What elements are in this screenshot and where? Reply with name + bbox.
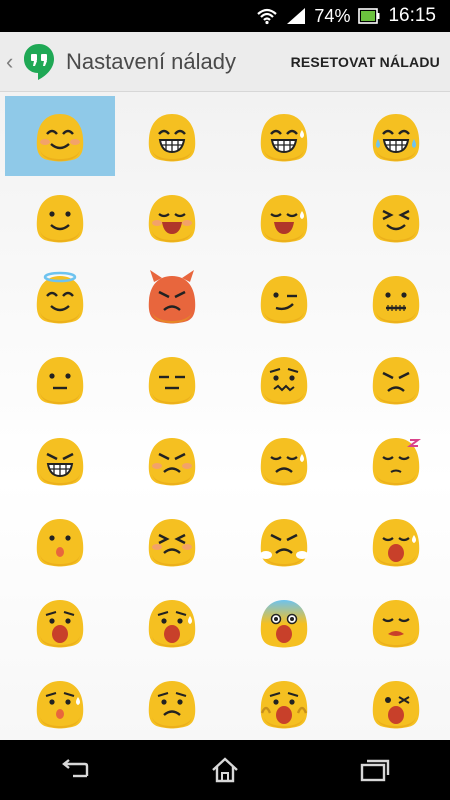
battery-percent: 74% [314,5,351,26]
mood-option-surprised[interactable] [5,501,115,581]
mood-option-steam-angry[interactable] [229,501,339,581]
surprised-emoji-icon [36,519,84,567]
worried-emoji-icon [148,681,196,729]
smile-emoji-icon [36,195,84,243]
mood-option-disappointed-sweat[interactable] [229,420,339,500]
mood-option-tired[interactable] [341,501,450,581]
back-icon[interactable] [45,748,105,792]
mood-option-laugh-sweat[interactable] [229,177,339,257]
mood-option-scream[interactable] [229,582,339,662]
mood-option-angry[interactable] [341,339,450,419]
disappointed-sweat-emoji-icon [260,438,308,486]
mood-option-smile-blush-selected[interactable] [5,96,115,176]
angel-emoji-icon [36,271,84,324]
page-title: Nastavení nálady [66,48,236,74]
persevere-emoji-icon [148,519,196,567]
fearful-emoji-icon [148,600,196,648]
mood-option-wink[interactable] [229,258,339,338]
mood-option-squint-laugh[interactable] [341,177,450,257]
mood-option-pouting[interactable] [117,420,227,500]
home-icon[interactable] [195,748,255,792]
mood-option-smile[interactable] [5,177,115,257]
navigation-bar [0,740,450,800]
cheeks-scream-emoji-icon [260,681,308,729]
mood-option-cheeks-scream[interactable] [229,663,339,740]
sleepy-emoji-icon [372,438,421,486]
mood-option-anguished[interactable] [5,582,115,662]
mood-option-sleepy[interactable] [341,420,450,500]
big-grin-emoji-icon [260,114,308,162]
status-bar: 74% 16:15 [0,0,450,32]
mood-option-dizzy-shout[interactable] [341,663,450,740]
devil-emoji-icon [148,270,196,324]
hangouts-icon[interactable] [22,42,56,82]
smile-blush-selected-emoji-icon [36,114,84,162]
laugh-blush-emoji-icon [148,195,196,243]
tired-emoji-icon [372,519,420,567]
signal-icon [286,7,306,25]
tears-of-joy-emoji-icon [372,114,420,162]
confused-emoji-icon [260,357,308,405]
mood-option-angel[interactable] [5,258,115,338]
mood-option-expressionless[interactable] [117,339,227,419]
cold-sweat-emoji-icon [36,681,84,729]
mood-option-laugh-blush[interactable] [117,177,227,257]
weary-emoji-icon [372,600,420,648]
neutral-emoji-icon [36,357,84,405]
steam-angry-emoji-icon [260,519,308,567]
pouting-emoji-icon [148,438,196,486]
up-caret-icon[interactable]: ‹ [6,49,16,75]
clock: 16:15 [388,5,436,26]
wink-emoji-icon [260,276,308,324]
mood-grid [0,92,450,740]
mood-option-worried[interactable] [117,663,227,740]
mood-option-tears-of-joy[interactable] [341,96,450,176]
scream-emoji-icon [260,600,308,648]
mood-option-weary[interactable] [341,582,450,662]
anguished-emoji-icon [36,600,84,648]
mood-option-confused[interactable] [229,339,339,419]
mood-option-zipper-mouth[interactable] [341,258,450,338]
mood-option-big-grin[interactable] [229,96,339,176]
mood-option-persevere[interactable] [117,501,227,581]
mood-option-fearful[interactable] [117,582,227,662]
angry-emoji-icon [372,357,420,405]
laugh-sweat-emoji-icon [260,195,308,243]
grin-emoji-icon [148,114,196,162]
recents-icon[interactable] [345,748,405,792]
mood-option-devil[interactable] [117,258,227,338]
dizzy-shout-emoji-icon [372,681,420,729]
battery-icon [358,8,380,24]
grimace-angry-emoji-icon [36,438,84,486]
wifi-icon [256,7,278,25]
mood-option-neutral[interactable] [5,339,115,419]
action-bar: ‹ Nastavení nálady RESETOVAT NÁLADU [0,32,450,92]
expressionless-emoji-icon [148,357,196,405]
squint-laugh-emoji-icon [372,195,420,243]
zipper-mouth-emoji-icon [372,276,420,324]
mood-option-grimace-angry[interactable] [5,420,115,500]
mood-option-cold-sweat[interactable] [5,663,115,740]
reset-mood-button[interactable]: RESETOVAT NÁLADU [291,54,440,70]
mood-option-grin[interactable] [117,96,227,176]
